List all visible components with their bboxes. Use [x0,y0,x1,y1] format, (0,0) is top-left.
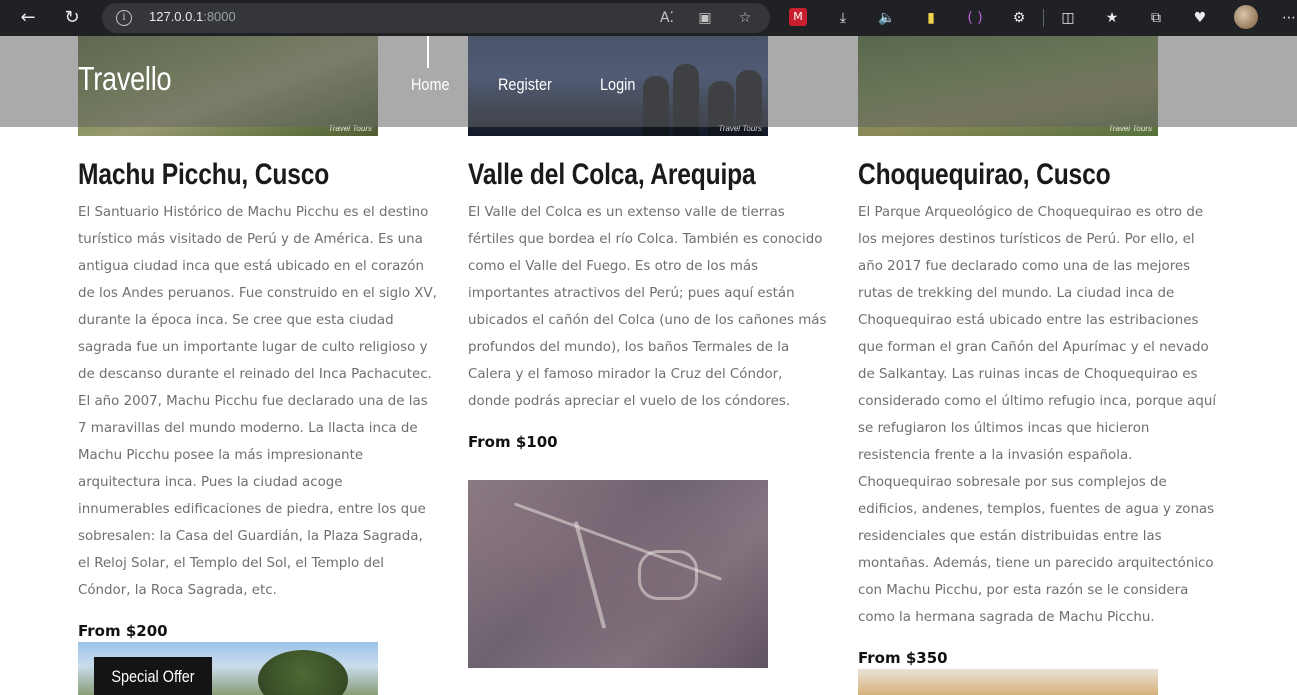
destination-title: Choquequirao, Cusco [858,158,1111,191]
image-detail [638,550,698,600]
extension-card-icon[interactable]: ▮ [920,7,942,29]
site-header: Travello Home Register Login [0,36,1297,127]
active-nav-indicator [427,36,429,68]
nazca-lines-image [468,480,768,668]
destination-description: El Santuario Histórico de Machu Picchu e… [78,205,437,598]
url-port: :8000 [203,9,236,24]
nav-register[interactable]: Register [498,75,552,95]
more-menu-icon[interactable]: ⋯ [1278,7,1297,29]
browser-toolbar: ← ↻ i 127.0.0.1:8000 A⁚ ▣ ☆ M ⤓ 🔈 ▮ ( ) … [0,0,1297,36]
special-offer-badge: Special Offer [94,657,212,695]
mute-icon[interactable]: 🔈 [876,7,898,29]
special-offer-label: Special Offer [111,667,195,686]
page-content: Travel Tours Machu Picchu, Cusco El Sant… [0,36,1297,695]
destination-price: From $100 [468,433,558,451]
destination-image [858,669,1158,695]
destination-price: From $200 [78,622,168,640]
favorite-star-icon[interactable]: ☆ [734,7,756,29]
performance-icon[interactable]: ♥ [1189,7,1211,29]
destination-title: Valle del Colca, Arequipa [468,158,756,191]
nav-home[interactable]: Home [411,75,450,95]
read-aloud-icon[interactable]: A⁚ [656,7,678,29]
brand-logo[interactable]: Travello [78,60,172,98]
extensions-puzzle-icon[interactable]: ⚙ [1008,7,1030,29]
download-icon[interactable]: ⤓ [832,7,854,29]
reload-icon[interactable]: ↻ [60,6,84,30]
destination-card: Travel Tours Choquequirao, Cusco El Parq… [858,36,1220,667]
favorites-icon[interactable]: ★ [1101,7,1123,29]
destination-description: El Parque Arqueológico de Choquequirao e… [858,205,1217,625]
site-info-icon[interactable]: i [116,10,132,26]
back-icon[interactable]: ← [16,6,40,30]
extension-red-icon[interactable]: M [789,8,807,26]
collections-icon[interactable]: ⧉ [1145,7,1167,29]
image-detail [573,521,607,629]
immersive-reader-icon[interactable]: ▣ [694,7,716,29]
extension-purple-icon[interactable]: ( ) [964,7,986,29]
image-detail [258,650,348,695]
url-text[interactable]: 127.0.0.1:8000 [149,9,236,24]
url-host: 127.0.0.1 [149,9,204,24]
address-bar[interactable]: i 127.0.0.1:8000 A⁚ ▣ ☆ [102,3,770,33]
destination-description: El Valle del Colca es un extenso valle d… [468,205,827,409]
toolbar-divider [1043,9,1044,27]
nav-login[interactable]: Login [600,75,635,95]
destination-price: From $350 [858,649,948,667]
profile-avatar-icon[interactable] [1234,5,1258,29]
split-screen-icon[interactable]: ◫ [1057,7,1079,29]
destination-title: Machu Picchu, Cusco [78,158,330,191]
